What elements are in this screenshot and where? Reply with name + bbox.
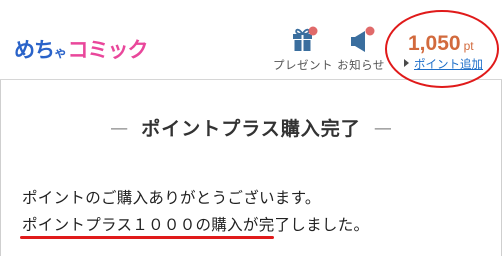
logo-text-part1: めち [14,38,55,62]
points-unit: pt [463,39,474,53]
present-nav-button[interactable]: プレゼント [270,26,336,73]
mecha-comic-logo[interactable]: めち ゃ コミック [14,34,149,70]
add-points-label: ポイント追加 [414,57,483,71]
triangle-right-icon [404,59,409,67]
title-dash-right: — [373,118,392,139]
logo-text-part2: ゃ [54,46,67,61]
add-points-link[interactable]: ポイント追加 [404,56,483,72]
points-value: 1,050 [408,32,461,55]
notice-label: お知らせ [337,58,385,72]
gift-icon [293,26,318,51]
page-title-row: — ポイントプラス購入完了 — [0,114,502,141]
notice-nav-button[interactable]: お知らせ [334,26,388,73]
megaphone-icon [351,26,375,52]
present-label: プレゼント [273,58,333,72]
app-header: めち ゃ コミック プレゼント お知らせ 1,050 pt ポイント追加 [0,0,502,80]
page-title: ポイントプラス購入完了 [141,118,361,140]
logo-text-part3: コミック [67,38,149,62]
points-value-row: 1,050 pt [408,32,474,56]
title-dash-left: — [110,118,129,139]
thanks-message: ポイントのご購入ありがとうございます。 [22,189,321,207]
annotation-underline [20,236,274,239]
purchase-complete-message: ポイントプラス１０００の購入が完了しました。 [22,216,370,234]
